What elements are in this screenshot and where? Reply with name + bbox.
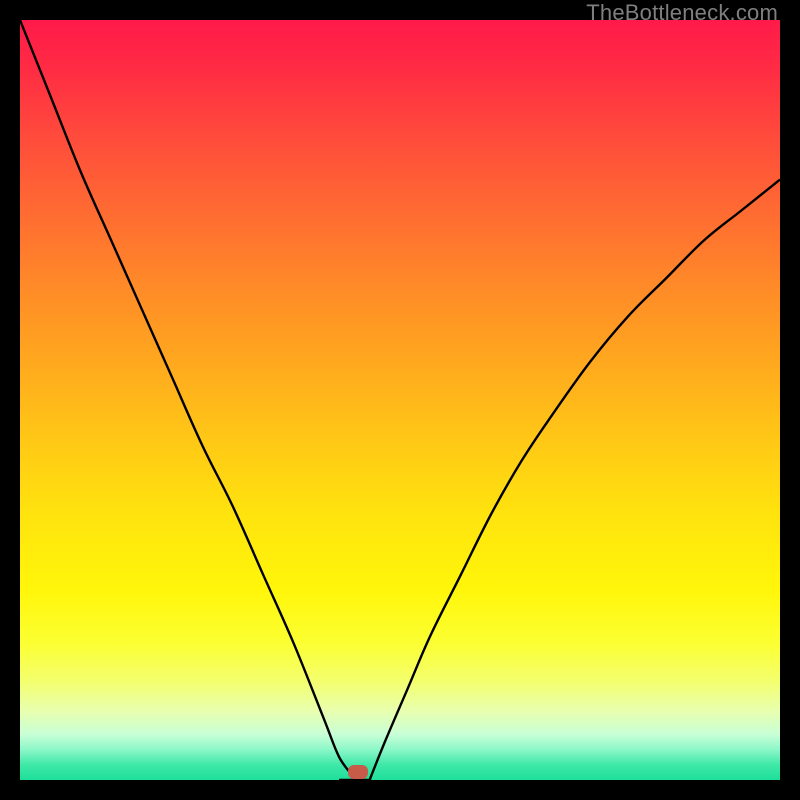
bottleneck-marker [348,765,368,779]
curve-path [20,20,780,780]
bottleneck-curve [20,20,780,780]
plot-area [20,20,780,780]
chart-frame: TheBottleneck.com [0,0,800,800]
